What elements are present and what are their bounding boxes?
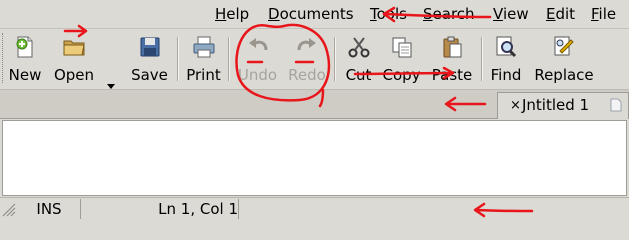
redo-button-label: Redo	[288, 66, 326, 84]
insert-mode-indicator: INS	[18, 199, 81, 219]
open-folder-icon	[63, 40, 85, 56]
undo-button[interactable]: Undo	[234, 31, 281, 87]
replace-button-label: Replace	[534, 66, 594, 84]
menu-view[interactable]: View	[491, 5, 531, 23]
print-button-label: Print	[186, 66, 221, 84]
menu-tools[interactable]: Tools	[368, 5, 409, 23]
menu-view-mnemonic: V	[493, 5, 503, 23]
undo-button-label: Undo	[237, 66, 278, 84]
cursor-position-indicator: Ln 1, Col 1	[82, 199, 239, 219]
menu-edit-label: dit	[555, 5, 576, 23]
menu-file-label: ile	[598, 5, 617, 23]
cut-scissors-icon	[348, 37, 369, 58]
menu-documents-label: ocuments	[279, 5, 354, 23]
menu-file-mnemonic: F	[591, 5, 599, 23]
copy-button-label: Copy	[382, 66, 421, 84]
copy-icon	[392, 37, 411, 58]
save-button[interactable]: Save	[127, 31, 172, 87]
print-button[interactable]: Print	[182, 31, 225, 87]
open-button[interactable]: Open	[50, 31, 98, 87]
save-disk-icon	[140, 37, 159, 57]
statusbar: INS Ln 1, Col 1	[0, 197, 629, 221]
replace-button[interactable]: Replace	[530, 31, 598, 87]
document-tab[interactable]: × Jntitled 1	[497, 92, 629, 119]
toolbar-separator	[481, 37, 483, 81]
menu-documents[interactable]: Documents	[266, 5, 356, 23]
toolbar-separator	[177, 37, 179, 81]
menu-tools-mnemonic: T	[370, 5, 377, 23]
menubar: Help Documents Tools Search View Edit Fi…	[0, 0, 629, 29]
open-button-label: Open	[53, 66, 95, 84]
save-button-label: Save	[131, 66, 168, 84]
menu-help-label: elp	[226, 5, 250, 23]
toolbar-separator	[228, 37, 230, 81]
cut-button[interactable]: Cut	[340, 31, 377, 87]
menu-documents-mnemonic: D	[268, 5, 280, 23]
menu-file[interactable]: File	[589, 5, 618, 23]
menu-edit[interactable]: Edit	[544, 5, 577, 23]
resize-grip-icon[interactable]	[2, 201, 16, 217]
menu-tools-label: ools	[376, 5, 407, 23]
find-magnifier-icon	[496, 36, 517, 58]
menu-search-mnemonic: S	[423, 5, 433, 23]
toolbar-separator	[334, 37, 336, 81]
replace-icon	[554, 36, 574, 56]
printer-icon	[193, 36, 214, 58]
find-button-label: Find	[490, 66, 522, 84]
paste-clipboard-icon	[443, 36, 462, 58]
open-dropdown-arrow-icon[interactable]	[107, 84, 115, 89]
tab-title: Jntitled 1	[522, 96, 590, 114]
new-document-icon	[16, 36, 33, 58]
tab-document-icon	[610, 98, 622, 112]
tab-close-icon[interactable]: ×	[510, 97, 521, 115]
new-button[interactable]: New	[5, 31, 45, 87]
cut-button-label: Cut	[345, 66, 372, 84]
text-editor-area[interactable]	[2, 120, 627, 196]
undo-icon	[248, 38, 267, 51]
menu-search[interactable]: Search	[421, 5, 477, 23]
document-tab-strip: × Jntitled 1	[0, 90, 629, 119]
menu-search-label: earch	[432, 5, 475, 23]
paste-button-label: Paste	[431, 66, 473, 84]
menu-view-label: iew	[502, 5, 529, 23]
redo-icon	[297, 38, 316, 51]
paste-button[interactable]: Paste	[428, 31, 476, 87]
redo-button[interactable]: Redo	[285, 31, 329, 87]
menu-help-mnemonic: H	[215, 5, 227, 23]
copy-button[interactable]: Copy	[379, 31, 424, 87]
find-button[interactable]: Find	[486, 31, 526, 87]
toolbar: New Open Save Print Undo Redo Cut Copy P…	[0, 29, 629, 90]
menu-help[interactable]: Help	[213, 5, 251, 23]
new-button-label: New	[8, 66, 42, 84]
